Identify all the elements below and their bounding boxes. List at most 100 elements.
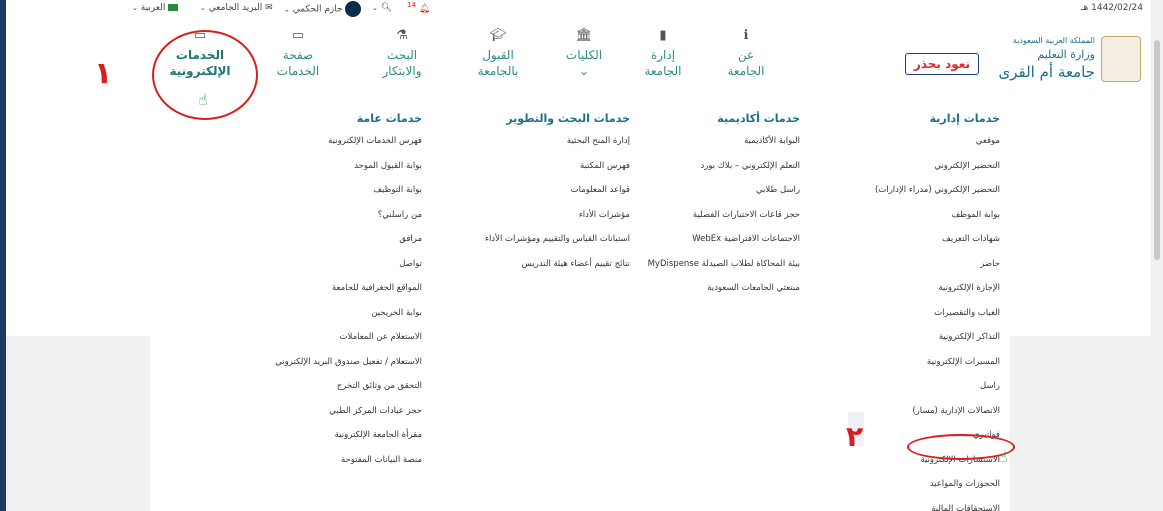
mail-label: البريد الجامعي — [208, 3, 263, 13]
menu-link[interactable]: فهرس المكتبة — [425, 159, 630, 184]
menu-column-2: خدمات البحث والتطوير إدارة المنح البحثية ف… — [425, 112, 630, 281]
menu-column-1: خدمات أكاديمية البوابة الأكاديمية التعلم ا… — [630, 112, 800, 306]
menu-column-title: خدمات إدارية — [929, 112, 1000, 125]
menu-link[interactable]: بوابة الموظف — [810, 208, 1000, 233]
menu-link[interactable]: مؤشرات الأداء — [425, 208, 630, 233]
hijri-date: 1442/02/24 هـ — [1080, 3, 1143, 13]
scrollbar-thumb[interactable] — [1154, 40, 1160, 260]
menu-link[interactable]: التحقق من وثائق التخرج — [212, 379, 422, 404]
menu-link[interactable]: مبتعثي الجامعات السعودية — [630, 281, 800, 306]
language-label: العربية — [140, 3, 166, 13]
nav-item-0[interactable]: ℹ عن الجامعة — [708, 28, 784, 79]
vertical-scrollbar[interactable] — [1151, 0, 1163, 511]
laptop-icon: ▭ — [291, 28, 305, 43]
annotation-number-two: ٢ — [846, 420, 864, 453]
institution-icon: 🏛︎ — [575, 28, 593, 43]
nav-item-label: عن الجامعة — [727, 48, 765, 78]
nav-item-label: البحث والابتكار — [382, 48, 422, 78]
menu-link[interactable]: راسل طلابي — [630, 183, 800, 208]
menu-link[interactable]: الحجوزات والمواعيد — [810, 477, 1000, 502]
menu-link[interactable]: الاستعلام / تفعيل صندوق البريد الإلكترون… — [212, 355, 422, 380]
menu-link[interactable]: التحضير الإلكتروني (مدراء الإدارات) — [810, 183, 1000, 208]
search-button[interactable]: 🔍︎ ⌄ — [372, 3, 392, 13]
search-icon: 🔍︎ — [380, 3, 393, 13]
campaign-logo: نعود بحذر — [905, 53, 979, 75]
menu-link[interactable]: الإجازة الإلكترونية — [810, 281, 1000, 306]
menu-link[interactable]: التذاكر الإلكترونية — [810, 330, 1000, 355]
menu-link[interactable]: من راسلني؟ — [212, 208, 422, 233]
top-bar: 1442/02/24 هـ العربية ⌄ ✉ البريد الجامعي… — [6, 0, 1151, 19]
menu-link[interactable]: الاجتماعات الافتراضية WebEx — [630, 232, 800, 257]
user-menu[interactable]: حازم الحكمي ⌄ — [284, 1, 362, 17]
nav-item-label: القبول بالجامعة — [477, 48, 519, 78]
menu-link[interactable]: الاستحقاقات المالية — [810, 502, 1000, 511]
page: 1442/02/24 هـ العربية ⌄ ✉ البريد الجامعي… — [6, 0, 1151, 511]
e-services-mega-menu: خدمات إدارية موقعي التحضير الإلكتروني التحض… — [150, 100, 1010, 511]
nav-item-label: إدارة الجامعة — [644, 48, 682, 78]
bell-icon: 🔔︎ — [418, 4, 431, 14]
chevron-down-icon: ⌄ — [284, 5, 290, 14]
menu-link[interactable]: المواقع الجغرافية للجامعة — [212, 281, 422, 306]
nav-item-5[interactable]: ▭ صفحة الخدمات — [260, 28, 336, 79]
nav-item-4[interactable]: ⚗ البحث والابتكار — [364, 28, 440, 79]
notifications-button[interactable]: 🔔︎ 14 — [407, 1, 430, 14]
menu-column-3: خدمات عامة فهرس الخدمات الإلكترونية بوابة … — [212, 112, 422, 477]
menu-link[interactable]: استبانات القياس والتقييم ومؤشرات الأداء — [425, 232, 630, 257]
menu-link[interactable]: التعلم الإلكتروني – بلاك بورد — [630, 159, 800, 184]
nav-item-3[interactable]: 🎓︎ القبول بالجامعة — [460, 28, 536, 79]
menu-link[interactable]: حجز عيادات المركز الطبي — [212, 404, 422, 429]
menu-link[interactable]: الاتصالات الإدارية (مسار) — [810, 404, 1000, 429]
menu-link[interactable]: بيئة المحاكاة لطلاب الصيدلة MyDispense — [630, 257, 800, 282]
university-logo[interactable]: المملكة العربية السعودية وزارة التعليم ج… — [981, 34, 1141, 94]
building-icon: ▮ — [659, 28, 667, 43]
nav-item-label: صفحة الخدمات — [276, 48, 320, 78]
menu-column-title: خدمات البحث والتطوير — [506, 112, 630, 125]
flag-icon — [168, 4, 179, 11]
menu-link[interactable]: فهرس الخدمات الإلكترونية — [212, 134, 422, 159]
menu-link[interactable]: البوابة الأكاديمية — [630, 134, 800, 159]
menu-link[interactable]: المسيرات الإلكترونية — [810, 355, 1000, 380]
emblem-icon — [1101, 36, 1141, 82]
menu-link[interactable]: الغياب والتقصيرات — [810, 306, 1000, 331]
menu-link[interactable]: بوابة القبول الموحد — [212, 159, 422, 184]
menu-column-title: خدمات أكاديمية — [717, 112, 800, 125]
menu-link[interactable]: حجز قاعات الاختبارات الفصلية — [630, 208, 800, 233]
chevron-down-icon: ⌄ — [132, 4, 138, 12]
info-icon: ℹ — [743, 28, 749, 43]
graduation-cap-icon: 🎓︎ — [489, 28, 507, 43]
menu-link[interactable]: مرافق — [212, 232, 422, 257]
annotation-number-one: ١ — [94, 56, 113, 91]
menu-link[interactable]: نتائج تقييم أعضاء هيئة التدريس — [425, 257, 630, 282]
menu-link[interactable]: راسل — [810, 379, 1000, 404]
menu-link[interactable]: بوابة التوظيف — [212, 183, 422, 208]
ministry-label: وزارة التعليم — [1037, 48, 1095, 61]
menu-link[interactable]: حاضر — [810, 257, 1000, 282]
menu-column-title: خدمات عامة — [356, 112, 422, 125]
menu-link[interactable]: مقرأة الجامعة الإلكترونية — [212, 428, 422, 453]
notification-count: 14 — [407, 1, 416, 9]
chevron-down-icon: ⌄ — [372, 4, 378, 12]
menu-link[interactable]: الاستعلام عن المعاملات — [212, 330, 422, 355]
menu-link[interactable]: التحضير الإلكتروني — [810, 159, 1000, 184]
nav-item-2[interactable]: 🏛︎ الكليات ⌄ — [546, 28, 622, 79]
menu-link[interactable]: بوابة الخريجين — [212, 306, 422, 331]
flask-icon: ⚗ — [396, 28, 408, 43]
menu-link[interactable]: موقعي — [810, 134, 1000, 159]
kingdom-label: المملكة العربية السعودية — [1012, 36, 1095, 45]
menu-link[interactable]: إدارة المنح البحثية — [425, 134, 630, 159]
language-selector[interactable]: العربية ⌄ — [132, 3, 179, 13]
menu-link[interactable]: قواعد المعلومات — [425, 183, 630, 208]
nav-item-label: الكليات ⌄ — [565, 48, 603, 78]
menu-link[interactable]: منصة البيانات المفتوحة — [212, 453, 422, 478]
chevron-down-icon: ⌄ — [200, 4, 206, 12]
hand-cursor-icon: ☝ — [198, 90, 208, 109]
envelope-icon: ✉ — [265, 3, 273, 13]
menu-link[interactable]: تواصل — [212, 257, 422, 282]
hand-cursor-icon: ☝ — [998, 447, 1008, 466]
menu-link[interactable]: شهادات التعريف — [810, 232, 1000, 257]
user-name: حازم الحكمي — [292, 4, 343, 15]
nav-item-1[interactable]: ▮ إدارة الجامعة — [625, 28, 701, 79]
university-name: جامعة أم القرى — [998, 63, 1096, 81]
university-mail-link[interactable]: ✉ البريد الجامعي ⌄ — [200, 3, 273, 13]
avatar — [345, 1, 362, 17]
